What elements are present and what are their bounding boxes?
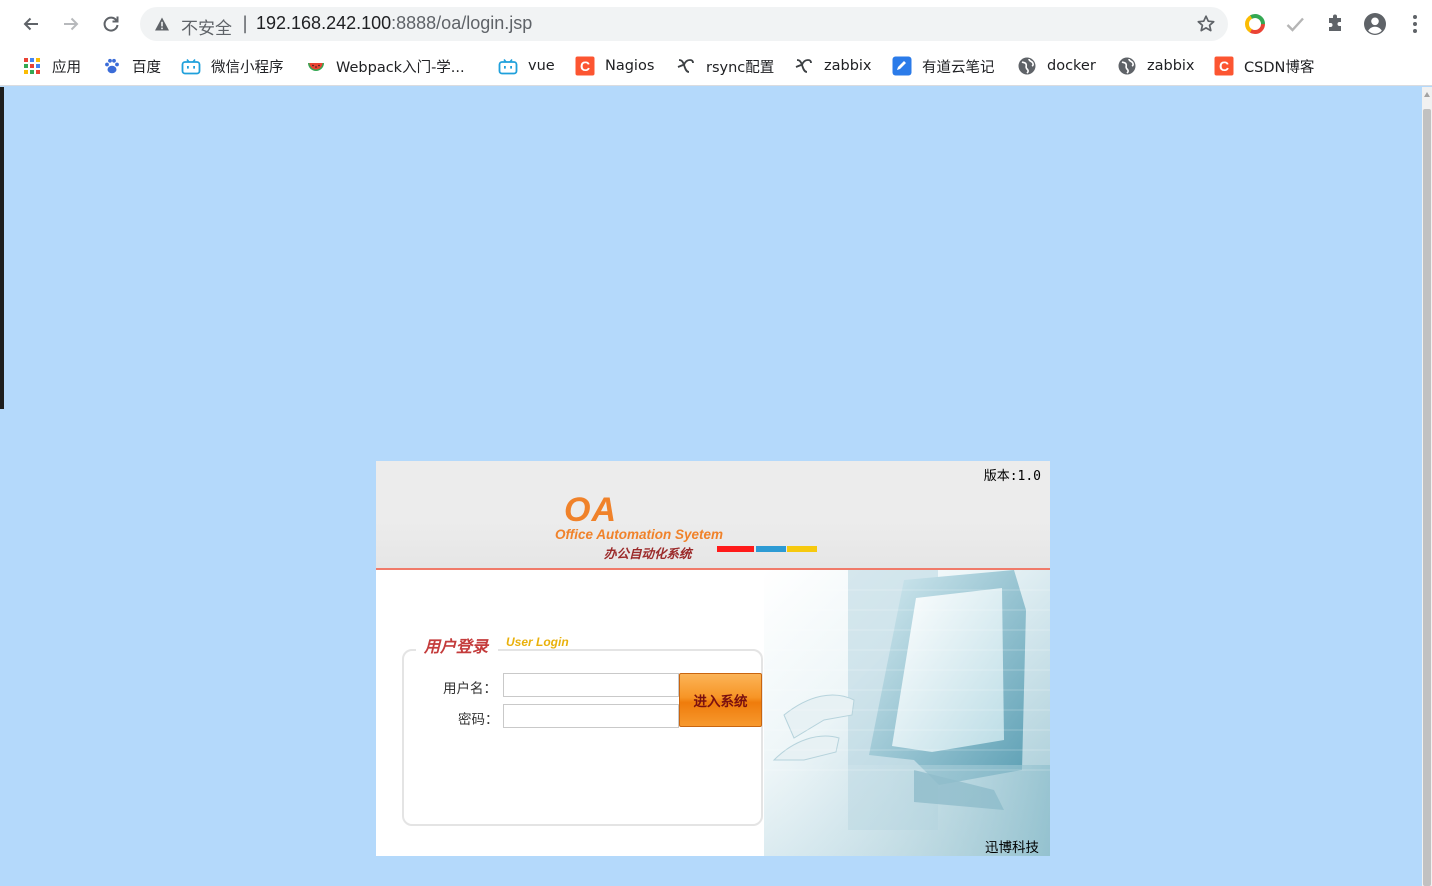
checkmark-icon bbox=[1286, 17, 1304, 32]
chrome-color-ring-icon bbox=[1245, 14, 1265, 34]
bookmark-webpack[interactable]: Webpack入门-学... bbox=[306, 48, 465, 84]
password-label: 密码： bbox=[458, 712, 499, 728]
url-host: 192.168.242.100 bbox=[256, 13, 392, 33]
version-label: 版本:1.0 bbox=[983, 469, 1041, 484]
logo-accent-red bbox=[717, 546, 754, 552]
account-avatar-icon bbox=[1364, 13, 1386, 35]
bookmark-label: rsync配置 bbox=[706, 59, 775, 76]
extensions-button[interactable] bbox=[1323, 12, 1347, 36]
svg-text:C: C bbox=[1219, 58, 1229, 74]
bookmark-label: vue bbox=[528, 58, 555, 74]
bookmark-label: zabbix bbox=[824, 58, 872, 74]
scrollbar-thumb[interactable] bbox=[1423, 109, 1431, 886]
profile-button[interactable] bbox=[1363, 12, 1387, 36]
csdn-c-icon: C bbox=[1214, 56, 1234, 76]
bilibili-tv-icon bbox=[498, 56, 518, 76]
security-label[interactable]: 不安全 bbox=[181, 14, 232, 39]
bookmark-rsync[interactable]: rsync配置 bbox=[676, 48, 774, 84]
bookmark-label: 微信小程序 bbox=[211, 59, 284, 76]
bookmark-label: docker bbox=[1047, 58, 1096, 74]
bookmark-wechat-mini[interactable]: 微信小程序 bbox=[181, 48, 284, 84]
scroll-up-arrow-icon[interactable] bbox=[1424, 92, 1430, 97]
address-bar[interactable]: 不安全 | 192.168.242.100:8888/oa/login.jsp bbox=[140, 7, 1228, 41]
csdn-c-icon: C bbox=[575, 56, 595, 76]
bookmarks-bar: 应用 百度 微信小程序 Webpack入门-学... vue C Nagios bbox=[0, 48, 1432, 86]
bookmark-label: zabbix bbox=[1147, 58, 1195, 74]
bookmark-nagios[interactable]: C Nagios bbox=[575, 48, 654, 84]
panel-header bbox=[376, 461, 1050, 568]
bookmark-baidu[interactable]: 百度 bbox=[102, 48, 161, 84]
globe-icon bbox=[1117, 56, 1137, 76]
bilibili-tv-icon bbox=[181, 56, 201, 76]
puzzle-piece-icon bbox=[1329, 14, 1341, 31]
url-path: :8888/oa/login.jsp bbox=[391, 13, 533, 33]
bookmark-youdao[interactable]: 有道云笔记 bbox=[892, 48, 995, 84]
oa-logo: OA bbox=[564, 491, 617, 529]
username-input[interactable] bbox=[503, 673, 679, 697]
reload-icon bbox=[103, 16, 119, 32]
computer-illustration bbox=[764, 570, 1050, 856]
apps-grid-icon bbox=[22, 56, 42, 76]
bookmark-label: 有道云笔记 bbox=[922, 59, 995, 76]
logo-accent-yellow bbox=[787, 546, 817, 552]
reload-button[interactable] bbox=[97, 10, 125, 38]
globe-icon bbox=[1017, 56, 1037, 76]
baidu-paw-icon bbox=[102, 56, 122, 76]
star-icon[interactable] bbox=[1196, 14, 1216, 34]
arrow-left-icon bbox=[23, 17, 38, 31]
arrow-right-icon bbox=[64, 17, 79, 31]
bookmark-label: Webpack入门-学... bbox=[336, 59, 465, 76]
bookmark-label: Nagios bbox=[605, 58, 655, 74]
company-name: 迅博科技 bbox=[985, 840, 1039, 856]
kebab-menu-icon bbox=[1413, 15, 1417, 33]
login-title-cn: 用户登录 bbox=[424, 637, 489, 656]
bookmark-label: 百度 bbox=[132, 59, 161, 76]
bookmark-zabbix-2[interactable]: zabbix bbox=[1117, 48, 1195, 84]
svg-text:C: C bbox=[580, 58, 590, 74]
youdao-note-icon bbox=[892, 56, 912, 76]
computer-monitor-icon bbox=[764, 570, 1050, 856]
back-button[interactable] bbox=[17, 10, 45, 38]
warning-triangle-icon bbox=[155, 17, 169, 31]
check-extension-button[interactable] bbox=[1283, 12, 1307, 36]
logo-accent-blue bbox=[756, 546, 786, 552]
bookmark-docker[interactable]: docker bbox=[1017, 48, 1096, 84]
oa-logo-subtitle-cn: 办公自动化系统 bbox=[604, 546, 692, 561]
bookmark-label: 应用 bbox=[52, 59, 81, 76]
bookmark-zabbix[interactable]: zabbix bbox=[794, 48, 872, 84]
background-window-edge bbox=[0, 87, 4, 409]
bookmark-csdn[interactable]: C CSDN博客 bbox=[1214, 48, 1314, 84]
login-title-en: User Login bbox=[506, 635, 569, 649]
username-label: 用户名： bbox=[443, 681, 497, 697]
linux-zeal-icon bbox=[676, 56, 696, 76]
chrome-extension-button[interactable] bbox=[1243, 12, 1267, 36]
bookmark-label: CSDN博客 bbox=[1244, 59, 1315, 76]
browser-toolbar: 不安全 | 192.168.242.100:8888/oa/login.jsp bbox=[0, 0, 1432, 48]
password-input[interactable] bbox=[503, 704, 679, 728]
login-panel: 版本:1.0 OA Office Automation Syetem 办公自动化… bbox=[376, 461, 1050, 856]
address-separator: | bbox=[242, 13, 249, 34]
linux-zeal-icon bbox=[794, 56, 814, 76]
watermelon-icon bbox=[306, 56, 326, 76]
url-text[interactable]: 192.168.242.100:8888/oa/login.jsp bbox=[256, 13, 532, 34]
oa-logo-subtitle-en: Office Automation Syetem bbox=[555, 527, 724, 542]
bookmark-apps[interactable]: 应用 bbox=[22, 48, 81, 84]
bookmark-vue[interactable]: vue bbox=[498, 48, 555, 84]
forward-button[interactable] bbox=[57, 10, 85, 38]
menu-button[interactable] bbox=[1403, 12, 1427, 36]
enter-system-button[interactable]: 进入系统 bbox=[679, 673, 762, 727]
